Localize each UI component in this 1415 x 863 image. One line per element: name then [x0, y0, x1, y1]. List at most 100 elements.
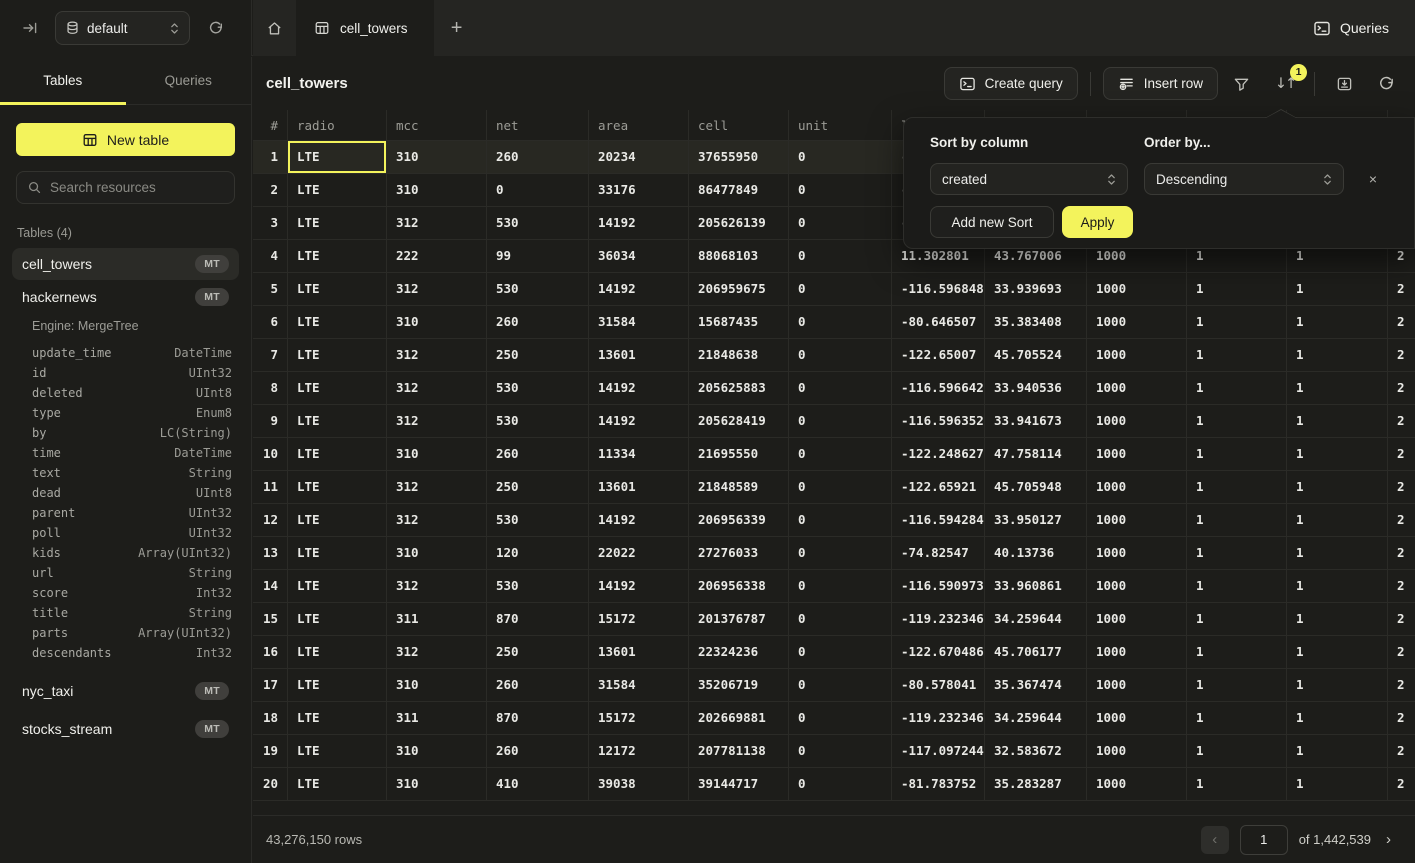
table-cell[interactable]: -81.783752 — [891, 768, 984, 801]
table-cell[interactable]: 310 — [386, 141, 486, 174]
table-cell[interactable]: 206959675 — [688, 273, 788, 306]
table-cell[interactable]: 2 — [1387, 570, 1415, 603]
table-cell[interactable]: 1 — [1186, 273, 1286, 306]
table-cell[interactable]: 88068103 — [688, 240, 788, 273]
prev-page-button[interactable]: ‹ — [1201, 826, 1229, 854]
table-cell[interactable]: 0 — [788, 207, 891, 240]
table-cell[interactable]: 1000 — [1086, 768, 1186, 801]
sort-order-select[interactable]: Descending — [1144, 163, 1344, 195]
table-cell[interactable]: 2 — [1387, 603, 1415, 636]
table-cell[interactable]: -116.594284 — [891, 504, 984, 537]
table-cell[interactable]: 2 — [1387, 504, 1415, 537]
search-input[interactable] — [50, 180, 227, 195]
table-cell[interactable]: 1 — [1186, 735, 1286, 768]
table-cell[interactable]: 1000 — [1086, 438, 1186, 471]
table-cell[interactable]: 34.259644 — [984, 603, 1086, 636]
table-cell[interactable]: 260 — [486, 735, 588, 768]
table-row[interactable]: 18LTE311870151722026698810-119.23234634.… — [253, 702, 1415, 735]
table-cell[interactable]: LTE — [287, 669, 386, 702]
sidebar-tab-queries[interactable]: Queries — [126, 57, 252, 104]
column-header-area[interactable]: area — [588, 110, 688, 141]
table-cell[interactable]: 33.940536 — [984, 372, 1086, 405]
table-cell[interactable]: 1 — [1186, 636, 1286, 669]
table-cell[interactable]: 36034 — [588, 240, 688, 273]
table-cell[interactable]: 311 — [386, 603, 486, 636]
table-cell[interactable]: 39144717 — [688, 768, 788, 801]
table-cell[interactable]: 1 — [1286, 537, 1387, 570]
table-cell[interactable]: 21848589 — [688, 471, 788, 504]
table-cell[interactable]: 1000 — [1086, 504, 1186, 537]
table-cell[interactable]: 2 — [1387, 273, 1415, 306]
table-cell[interactable]: 1 — [1286, 306, 1387, 339]
table-cell[interactable]: -80.646507 — [891, 306, 984, 339]
table-cell[interactable]: 1 — [1186, 669, 1286, 702]
table-cell[interactable]: 1 — [1186, 471, 1286, 504]
table-cell[interactable]: 205626139 — [688, 207, 788, 240]
column-header-net[interactable]: net — [486, 110, 588, 141]
table-cell[interactable]: 1000 — [1086, 702, 1186, 735]
table-cell[interactable]: 13601 — [588, 471, 688, 504]
table-cell[interactable]: 14192 — [588, 405, 688, 438]
table-cell[interactable]: 2 — [1387, 669, 1415, 702]
table-cell[interactable]: -122.248627 — [891, 438, 984, 471]
table-cell[interactable]: 1 — [1186, 504, 1286, 537]
table-cell[interactable]: 310 — [386, 735, 486, 768]
sidebar-refresh-icon[interactable] — [208, 20, 224, 36]
table-cell[interactable]: 312 — [386, 372, 486, 405]
table-cell[interactable]: 1 — [1286, 702, 1387, 735]
table-cell[interactable]: -116.596642 — [891, 372, 984, 405]
table-cell[interactable]: -119.232346 — [891, 702, 984, 735]
table-cell[interactable]: 0 — [788, 141, 891, 174]
table-cell[interactable]: 35.367474 — [984, 669, 1086, 702]
page-number-input[interactable] — [1240, 825, 1288, 855]
sidebar-item-cell_towers[interactable]: cell_towersMT — [12, 248, 239, 280]
table-cell[interactable]: 310 — [386, 669, 486, 702]
table-cell[interactable]: LTE — [287, 603, 386, 636]
table-cell[interactable]: LTE — [287, 141, 386, 174]
table-cell[interactable]: 0 — [788, 570, 891, 603]
table-cell[interactable]: 1 — [1286, 471, 1387, 504]
sidebar-tab-tables[interactable]: Tables — [0, 57, 126, 104]
apply-sort-button[interactable]: Apply — [1062, 206, 1133, 238]
table-cell[interactable]: 310 — [386, 768, 486, 801]
table-cell[interactable]: LTE — [287, 735, 386, 768]
table-cell[interactable]: 14192 — [588, 207, 688, 240]
table-cell[interactable]: 37655950 — [688, 141, 788, 174]
table-cell[interactable]: 31584 — [588, 669, 688, 702]
table-cell[interactable]: 31584 — [588, 306, 688, 339]
table-cell[interactable]: 15172 — [588, 603, 688, 636]
table-cell[interactable]: 312 — [386, 339, 486, 372]
new-tab-button[interactable]: + — [434, 0, 480, 56]
table-cell[interactable]: 14192 — [588, 504, 688, 537]
table-cell[interactable]: 260 — [486, 438, 588, 471]
tab-cell-towers[interactable]: cell_towers — [296, 0, 434, 56]
database-selector[interactable]: default — [55, 11, 190, 45]
table-cell[interactable]: 1 — [1186, 570, 1286, 603]
table-cell[interactable]: 33.939693 — [984, 273, 1086, 306]
table-cell[interactable]: 310 — [386, 537, 486, 570]
table-cell[interactable]: LTE — [287, 240, 386, 273]
table-cell[interactable]: 1000 — [1086, 735, 1186, 768]
table-cell[interactable]: LTE — [287, 273, 386, 306]
table-cell[interactable]: 1 — [1286, 405, 1387, 438]
table-cell[interactable]: LTE — [287, 306, 386, 339]
table-row[interactable]: 17LTE31026031584352067190-80.57804135.36… — [253, 669, 1415, 702]
table-cell[interactable]: 1 — [1186, 405, 1286, 438]
table-row[interactable]: 16LTE31225013601223242360-122.67048645.7… — [253, 636, 1415, 669]
table-cell[interactable]: 250 — [486, 636, 588, 669]
table-cell[interactable]: 2 — [1387, 735, 1415, 768]
table-cell[interactable]: 1 — [1286, 372, 1387, 405]
table-cell[interactable]: -122.65921 — [891, 471, 984, 504]
table-cell[interactable]: 410 — [486, 768, 588, 801]
table-cell[interactable]: 311 — [386, 702, 486, 735]
table-cell[interactable]: LTE — [287, 537, 386, 570]
table-cell[interactable]: 312 — [386, 570, 486, 603]
table-cell[interactable]: 1 — [1286, 438, 1387, 471]
table-cell[interactable]: 47.758114 — [984, 438, 1086, 471]
table-row[interactable]: 6LTE31026031584156874350-80.64650735.383… — [253, 306, 1415, 339]
create-query-button[interactable]: Create query — [944, 67, 1078, 100]
table-cell[interactable]: 21695550 — [688, 438, 788, 471]
table-cell[interactable]: 1000 — [1086, 405, 1186, 438]
table-row[interactable]: 20LTE31041039038391447170-81.78375235.28… — [253, 768, 1415, 801]
column-header-mcc[interactable]: mcc — [386, 110, 486, 141]
